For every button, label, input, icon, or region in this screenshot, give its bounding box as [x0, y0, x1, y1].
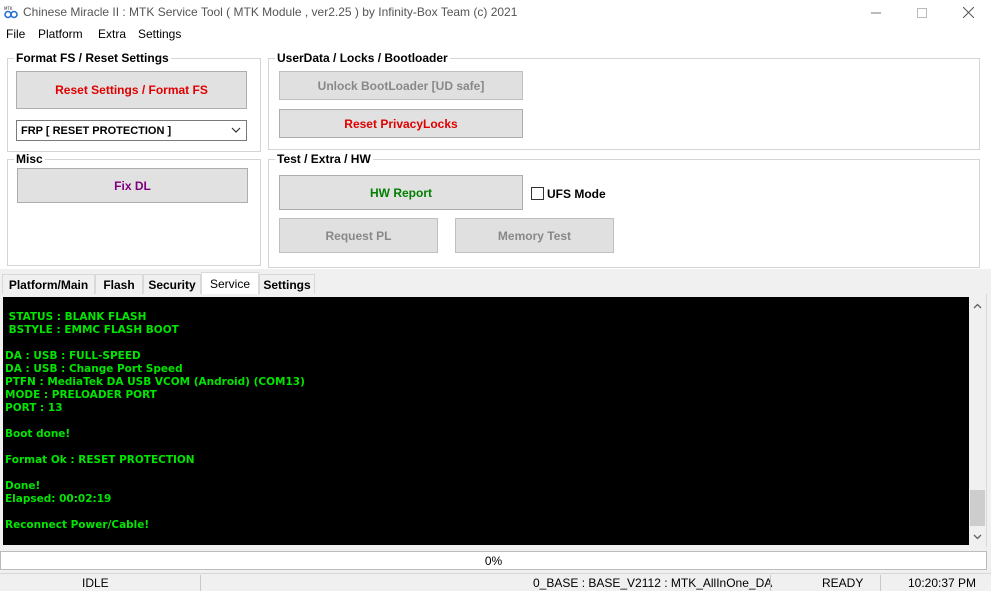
status-divider [880, 575, 881, 591]
chevron-down-icon [231, 127, 241, 133]
format-fs-group: Format FS / Reset Settings Reset Setting… [7, 51, 261, 152]
misc-group: Misc Fix DL [7, 152, 261, 266]
menu-extra[interactable]: Extra [98, 27, 126, 41]
tab-platform-main[interactable]: Platform/Main [2, 274, 95, 294]
close-button[interactable] [945, 0, 991, 25]
chevron-up-icon [973, 303, 982, 308]
tab-flash[interactable]: Flash [95, 274, 143, 294]
format-fs-group-title: Format FS / Reset Settings [14, 51, 171, 65]
log-line: PTFN : MediaTek DA USB VCOM (Android) (C… [5, 376, 305, 388]
fix-dl-button[interactable]: Fix DL [17, 168, 248, 203]
status-state: IDLE [82, 576, 109, 590]
app-logo-icon: MTK [4, 6, 18, 19]
log-line: DA : USB : Change Port Speed [5, 363, 183, 375]
window-title: Chinese Miracle II : MTK Service Tool ( … [23, 5, 518, 19]
test-extra-hw-group: Test / Extra / HW HW Report UFS Mode Req… [268, 152, 980, 268]
log-line: Boot done! [5, 428, 71, 440]
log-scrollbar[interactable] [969, 297, 986, 545]
log-line: STATUS : BLANK FLASH [5, 311, 147, 323]
userdata-group-title: UserData / Locks / Bootloader [275, 51, 450, 65]
log-line: Format Ok : RESET PROTECTION [5, 454, 195, 466]
frp-mode-select[interactable]: FRP [ RESET PROTECTION ] [16, 120, 247, 141]
frp-mode-select-value: FRP [ RESET PROTECTION ] [21, 124, 172, 137]
menu-bar: File Platform Extra Settings [0, 25, 991, 44]
minimize-button[interactable] [853, 0, 899, 25]
log-line: Reconnect Power/Cable! [5, 519, 150, 531]
status-bar: IDLE 0_BASE : BASE_V2112 : MTK_AllInOne_… [0, 573, 991, 591]
status-divider [200, 575, 201, 591]
ufs-mode-checkbox[interactable] [531, 187, 544, 200]
menu-file[interactable]: File [6, 27, 25, 41]
log-line: DA : USB : FULL-SPEED [5, 350, 141, 362]
status-ready: READY [822, 576, 864, 590]
maximize-button[interactable] [899, 0, 945, 25]
scroll-thumb[interactable] [970, 490, 985, 526]
tab-settings[interactable]: Settings [259, 274, 315, 294]
svg-text:MTK: MTK [4, 6, 13, 11]
menu-platform[interactable]: Platform [38, 27, 83, 41]
main-client-area: Format FS / Reset Settings Reset Setting… [0, 44, 991, 591]
operations-panel: Format FS / Reset Settings Reset Setting… [0, 44, 991, 269]
scroll-down-button[interactable] [969, 528, 986, 545]
tab-security[interactable]: Security [143, 274, 201, 294]
menu-settings[interactable]: Settings [138, 27, 181, 41]
status-time: 10:20:37 PM [908, 576, 977, 590]
log-line: MODE : PRELOADER PORT [5, 389, 157, 401]
log-line: Elapsed: 00:02:19 [5, 493, 112, 505]
scroll-up-button[interactable] [969, 297, 986, 314]
tab-service[interactable]: Service [201, 272, 259, 295]
title-bar: MTK Chinese Miracle II : MTK Service Too… [0, 0, 991, 25]
unlock-bootloader-button[interactable]: Unlock BootLoader [UD safe] [279, 71, 523, 100]
ufs-mode-label[interactable]: UFS Mode [547, 187, 606, 201]
hw-report-button[interactable]: HW Report [279, 175, 523, 210]
request-pl-button[interactable]: Request PL [279, 218, 438, 253]
minimize-icon [871, 12, 881, 13]
status-divider [770, 575, 771, 591]
progress-bar: 0% [0, 551, 987, 570]
log-line: Done! [5, 480, 41, 492]
log-console[interactable]: STATUS : BLANK FLASH BSTYLE : EMMC FLASH… [3, 297, 969, 545]
misc-group-title: Misc [14, 152, 45, 166]
userdata-locks-bootloader-group: UserData / Locks / Bootloader Unlock Boo… [268, 51, 980, 150]
maximize-icon [917, 7, 927, 18]
log-line: PORT : 13 [5, 402, 63, 414]
log-line: BSTYLE : EMMC FLASH BOOT [5, 324, 179, 336]
memory-test-button[interactable]: Memory Test [455, 218, 614, 253]
test-group-title: Test / Extra / HW [275, 152, 373, 166]
chevron-down-icon [973, 534, 982, 539]
status-base-info: 0_BASE : BASE_V2112 : MTK_AllInOne_DA [533, 576, 773, 590]
reset-privacy-locks-button[interactable]: Reset PrivacyLocks [279, 109, 523, 138]
close-icon [962, 7, 974, 18]
progress-label: 0% [484, 554, 503, 568]
reset-settings-format-fs-button[interactable]: Reset Settings / Format FS [16, 71, 247, 109]
